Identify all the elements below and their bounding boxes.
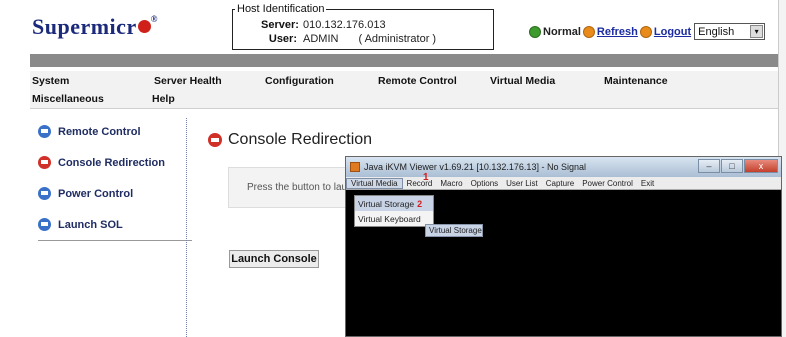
status-area: Normal Refresh Logout English ▾: [529, 23, 766, 40]
arrow-right-icon: [38, 187, 51, 200]
dropdown-item-virtual-keyboard[interactable]: Virtual Keyboard: [355, 211, 433, 226]
language-select[interactable]: English ▾: [694, 23, 766, 40]
sidebar-separator: [186, 118, 187, 337]
nav-server-health[interactable]: Server Health: [154, 75, 222, 87]
nav-system[interactable]: System: [32, 75, 69, 87]
nav-virtual-media[interactable]: Virtual Media: [490, 75, 555, 87]
step-marker-1: 1: [423, 172, 429, 183]
arrow-right-icon: [38, 125, 51, 138]
sidebar-item-power-control[interactable]: Power Control: [38, 187, 133, 200]
chevron-down-icon[interactable]: ▾: [750, 25, 764, 38]
host-identification: Host Identification Server: 010.132.176.0…: [232, 3, 494, 50]
kvm-menu-capture[interactable]: Capture: [542, 179, 578, 188]
virtual-storage-tooltip: Virtual Storage: [425, 224, 483, 237]
minimize-button[interactable]: –: [698, 159, 720, 173]
kvm-menu-bar: Virtual Media Record Macro Options User …: [346, 177, 781, 190]
logout-icon[interactable]: [639, 25, 652, 38]
normal-status-icon: [529, 25, 541, 38]
close-button[interactable]: x: [744, 159, 778, 173]
header: Supermicr ® Host Identification Server: 01…: [0, 0, 778, 58]
supermicro-logo: Supermicr ®: [32, 14, 158, 39]
virtual-media-dropdown: Virtual Storage 2 Virtual Keyboard: [354, 195, 434, 227]
nav-miscellaneous[interactable]: Miscellaneous: [32, 93, 104, 105]
normal-status-label: Normal: [543, 25, 581, 38]
user-role: ( Administrator ): [358, 33, 437, 45]
nav-help[interactable]: Help: [152, 93, 175, 105]
sidebar-item-launch-sol[interactable]: Launch SOL: [38, 218, 123, 231]
nav-maintenance[interactable]: Maintenance: [604, 75, 668, 87]
sidebar-item-remote-control[interactable]: Remote Control: [38, 125, 141, 138]
logout-link[interactable]: Logout: [654, 26, 691, 38]
sidebar-item-console-redirection[interactable]: Console Redirection: [38, 156, 165, 169]
kvm-menu-power-control[interactable]: Power Control: [578, 179, 637, 188]
sidebar: Remote Control Console Redirection Power…: [30, 118, 192, 337]
nav-configuration[interactable]: Configuration: [265, 75, 334, 87]
kvm-viewer-window: Java iKVM Viewer v1.69.21 [10.132.176.13…: [345, 156, 782, 337]
java-app-icon: [350, 162, 360, 172]
kvm-title-text: Java iKVM Viewer v1.69.21 [10.132.176.13…: [364, 162, 586, 172]
kvm-menu-user-list[interactable]: User List: [502, 179, 542, 188]
refresh-icon[interactable]: [582, 25, 595, 38]
kvm-menu-options[interactable]: Options: [467, 179, 503, 188]
refresh-link[interactable]: Refresh: [597, 26, 638, 38]
user-row: User: ADMIN( Administrator ): [268, 33, 437, 45]
kvm-menu-macro[interactable]: Macro: [436, 179, 466, 188]
arrow-right-icon: [38, 218, 51, 231]
window-controls: – □ x: [697, 159, 778, 173]
user-value: ADMIN: [303, 33, 339, 45]
kvm-menu-record[interactable]: Record: [403, 179, 437, 188]
host-identification-legend: Host Identification: [235, 3, 327, 15]
dropdown-item-virtual-storage[interactable]: Virtual Storage 2: [355, 196, 433, 211]
launch-console-button[interactable]: Launch Console: [229, 250, 319, 268]
main-nav: System Server Health Configuration Remot…: [30, 71, 778, 109]
arrow-right-icon: [38, 156, 51, 169]
maximize-button[interactable]: □: [721, 159, 743, 173]
server-value: 010.132.176.013: [303, 19, 386, 31]
sidebar-divider: [38, 240, 192, 241]
arrow-right-icon: [208, 133, 222, 147]
logo-dot: [137, 20, 151, 33]
step-marker-2: 2: [417, 198, 423, 209]
server-row: Server: 010.132.176.013: [261, 19, 386, 31]
press-instruction: Press the button to laun: [228, 167, 348, 208]
kvm-menu-exit[interactable]: Exit: [637, 179, 658, 188]
banner-strip: [30, 54, 778, 67]
page-title: Console Redirection: [208, 131, 372, 149]
kvm-title-bar[interactable]: Java iKVM Viewer v1.69.21 [10.132.176.13…: [346, 157, 781, 177]
nav-remote-control[interactable]: Remote Control: [378, 75, 457, 87]
kvm-menu-virtual-media[interactable]: Virtual Media: [346, 177, 403, 189]
